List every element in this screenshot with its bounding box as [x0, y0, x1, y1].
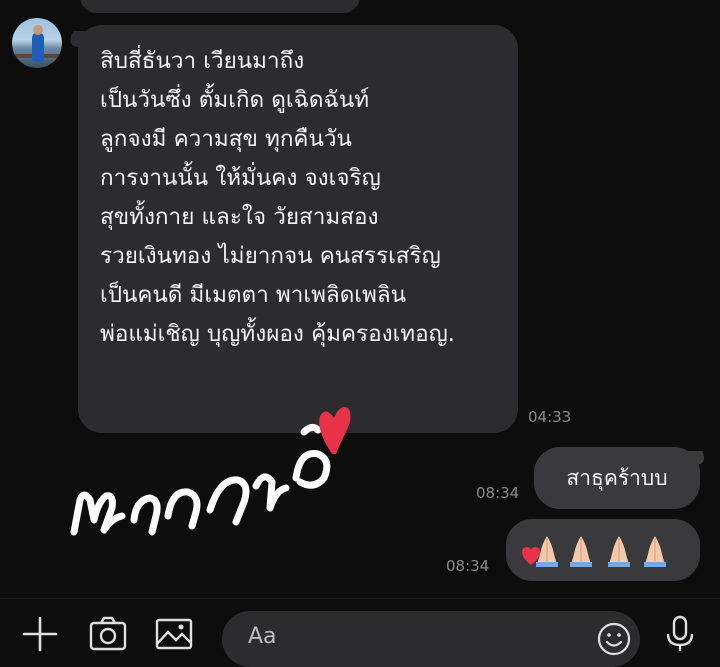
avatar[interactable] — [12, 18, 62, 68]
avatar-head — [33, 25, 43, 35]
emoji-icon[interactable] — [596, 621, 632, 657]
message-input-placeholder: Aa — [248, 624, 277, 649]
avatar-person — [32, 32, 44, 62]
plus-icon[interactable] — [20, 614, 60, 654]
image-icon[interactable] — [154, 614, 194, 654]
message-toolbar: Aa — [0, 598, 720, 667]
praying-hands-icon — [570, 536, 592, 567]
camera-icon[interactable] — [88, 614, 128, 654]
message-input[interactable]: Aa — [222, 611, 640, 667]
heart-doodle — [319, 407, 351, 454]
outgoing-message-text: สาธุคร้าบบ — [566, 465, 668, 490]
praying-hands-icon — [608, 536, 630, 567]
previous-message-bubble[interactable] — [80, 0, 360, 13]
bubble-tail — [64, 31, 92, 47]
incoming-message-bubble[interactable]: สิบสี่ธันวา เวียนมาถึง เป็นวันซึ่ง ตั้มเ… — [64, 25, 518, 433]
outgoing-message-time: 08:34 — [476, 484, 520, 502]
outgoing-message-bubble[interactable]: สาธุคร้าบบ — [534, 447, 711, 509]
microphone-icon[interactable] — [660, 614, 700, 654]
incoming-message-text: สิบสี่ธันวา เวียนมาถึง เป็นวันซึ่ง ตั้มเ… — [100, 48, 455, 347]
praying-hands-icon — [644, 536, 666, 567]
heart-reaction-icon[interactable] — [520, 545, 542, 567]
incoming-message-time: 04:33 — [528, 408, 572, 426]
outgoing-emoji-time: 08:34 — [446, 557, 490, 575]
bubble-tail — [685, 451, 711, 465]
chat-area: สิบสี่ธันวา เวียนมาถึง เป็นวันซึ่ง ตั้มเ… — [0, 0, 720, 598]
